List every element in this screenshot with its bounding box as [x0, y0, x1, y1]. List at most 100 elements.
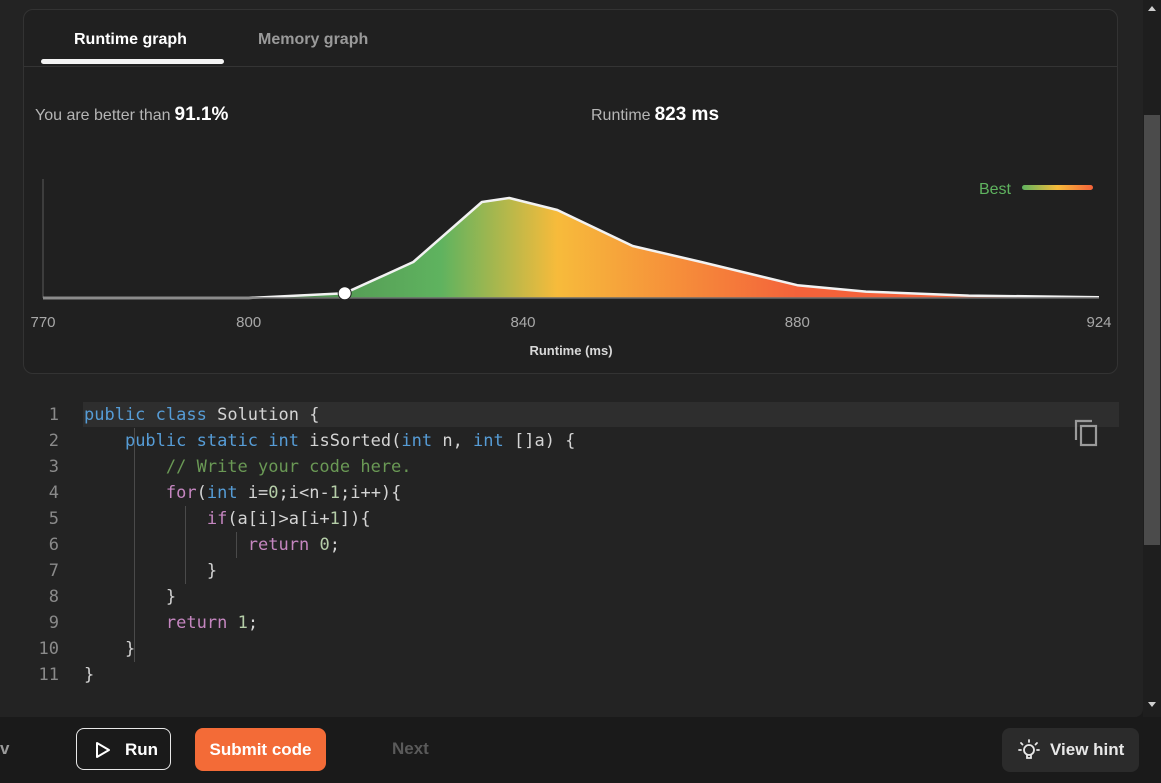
code-token: int — [473, 431, 504, 451]
copy-icon[interactable] — [1073, 418, 1101, 448]
code-token: } — [84, 665, 95, 685]
x-axis-title: Runtime (ms) — [529, 343, 612, 358]
legend-best-label: Best — [979, 181, 1012, 198]
code-text: // Write your code here. — [84, 454, 412, 480]
code-token: int — [268, 431, 300, 451]
main-panel: Runtime graph Memory graph You are bette… — [0, 0, 1143, 717]
code-token: ;i++){ — [339, 483, 402, 503]
distribution-area — [43, 198, 1099, 298]
code-token: } — [84, 561, 218, 581]
code-token: ; — [247, 613, 259, 633]
x-tick-label: 880 — [785, 314, 810, 331]
legend-gradient-bar — [1022, 185, 1093, 190]
code-line: 3 // Write your code here. — [23, 454, 1119, 480]
code-text: for(int i=0;i<n-1;i++){ — [84, 480, 402, 506]
action-bar: v Run Submit code Next View hint — [0, 717, 1161, 783]
line-number: 11 — [38, 665, 59, 685]
code-token: i= — [237, 483, 269, 503]
x-tick-label: 770 — [30, 314, 55, 331]
view-hint-button[interactable]: View hint — [1002, 728, 1139, 772]
code-token: 1 — [329, 483, 340, 503]
code-line: 4 for(int i=0;i<n-1;i++){ — [23, 480, 1119, 506]
code-text: if(a[i]>a[i+1]){ — [84, 506, 371, 532]
code-text: public static int isSorted(int n, int []… — [84, 428, 575, 454]
code-line: 11} — [23, 662, 1119, 688]
line-number: 5 — [48, 509, 59, 529]
code-text: } — [84, 558, 217, 584]
code-text: return 1; — [84, 610, 258, 636]
prev-button[interactable]: v — [0, 739, 9, 759]
code-token: ;i<n- — [278, 483, 330, 503]
line-number: 3 — [48, 457, 59, 477]
code-token: ( — [196, 483, 207, 503]
code-line: 2 public static int isSorted(int n, int … — [23, 428, 1119, 454]
line-number: 7 — [48, 561, 59, 581]
line-number: 2 — [48, 431, 59, 451]
code-line: 5 if(a[i]>a[i+1]){ — [23, 506, 1119, 532]
code-line: 1 public class Solution { — [23, 402, 1119, 428]
x-tick-label: 840 — [510, 314, 535, 331]
code-text: public class Solution { — [84, 402, 319, 428]
code-token: 1 — [329, 509, 340, 529]
code-token: ; — [329, 535, 340, 555]
your-runtime-marker — [337, 286, 352, 301]
line-number: 4 — [48, 483, 59, 503]
code-line: 8 } — [23, 584, 1119, 610]
view-hint-label: View hint — [1050, 740, 1125, 759]
lightbulb-icon — [1018, 739, 1040, 759]
code-token: n, — [432, 431, 474, 451]
code-token: } — [84, 639, 136, 659]
code-token: public — [84, 405, 146, 425]
code-token: } — [84, 587, 177, 607]
code-token: ]){ — [339, 509, 371, 529]
scroll-up-arrow-icon[interactable] — [1147, 4, 1157, 12]
code-token: for — [165, 483, 197, 503]
code-editor[interactable]: 1 public class Solution {2 public static … — [23, 402, 1119, 702]
code-token: []a) { — [503, 431, 576, 451]
run-button[interactable]: Run — [76, 728, 171, 770]
line-number: 1 — [48, 405, 59, 425]
submit-code-button[interactable]: Submit code — [195, 728, 326, 771]
code-token: 0 — [319, 535, 330, 555]
code-token: class — [155, 405, 207, 425]
line-number: 10 — [38, 639, 59, 659]
play-icon — [96, 742, 110, 758]
runtime-chart: 770 800 840 880 924 Runtime (ms) Best — [30, 179, 1112, 358]
runtime-card: Runtime graph Memory graph You are bette… — [23, 9, 1118, 374]
code-token: static — [196, 431, 259, 451]
code-token: // Write your code here. — [165, 457, 412, 477]
code-text: } — [84, 662, 94, 688]
x-tick-label: 800 — [236, 314, 261, 331]
code-line: 7 } — [23, 558, 1119, 584]
x-tick-label: 924 — [1086, 314, 1111, 331]
vertical-scrollbar[interactable] — [1143, 0, 1161, 717]
next-button[interactable]: Next — [392, 739, 429, 759]
line-number: 9 — [48, 613, 59, 633]
line-number: 8 — [48, 587, 59, 607]
code-token: return — [247, 535, 310, 555]
run-label: Run — [125, 740, 159, 759]
code-text: } — [84, 636, 135, 662]
code-text: } — [84, 584, 176, 610]
code-text: return 0; — [84, 532, 340, 558]
code-token: public — [124, 431, 187, 451]
code-token: int — [401, 431, 433, 451]
code-token: (a[i]>a[i+ — [227, 509, 330, 529]
scroll-down-arrow-icon[interactable] — [1147, 701, 1157, 709]
code-token: if — [206, 509, 228, 529]
code-token: int — [206, 483, 238, 503]
scrollbar-thumb[interactable] — [1144, 115, 1160, 545]
code-line: 10 } — [23, 636, 1119, 662]
code-line: 9 return 1; — [23, 610, 1119, 636]
